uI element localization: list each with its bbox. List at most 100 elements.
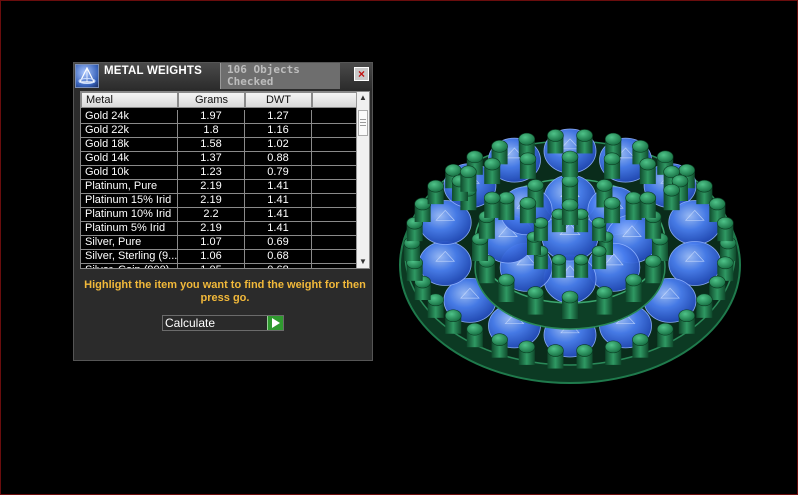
prong-cap — [603, 152, 621, 166]
scrollbar-thumb[interactable] — [358, 110, 368, 136]
prong-cap — [561, 290, 579, 304]
cell-metal: Platinum 5% Irid — [81, 222, 178, 235]
cell-grams: 2.2 — [178, 208, 245, 221]
table-scrollbar[interactable]: ▲ ▼ — [356, 92, 369, 268]
prong-cap — [591, 245, 607, 257]
prong-cap — [603, 196, 621, 210]
cell-grams: 2.19 — [178, 180, 245, 193]
cell-grams: 1.58 — [178, 138, 245, 151]
prong-cap — [639, 157, 657, 171]
prong-cap — [696, 293, 713, 307]
prong-cap — [596, 286, 613, 299]
table-row[interactable]: Silver, Coin (900)1.050.68 — [81, 264, 357, 268]
cell-dwt: 0.79 — [245, 166, 312, 179]
table-row[interactable]: Gold 14k 1.37 0.88 — [81, 152, 357, 166]
instructions-text: Highlight the item you want to find the … — [84, 279, 366, 304]
prong-cap — [696, 179, 713, 193]
table-row[interactable]: Gold 10k 1.23 0.79 — [81, 166, 357, 180]
cell-metal: Gold 18k — [81, 138, 178, 151]
cell-blank — [312, 264, 357, 268]
table-row[interactable]: Silver, Pure 1.07 0.69 — [81, 236, 357, 250]
cell-blank — [312, 222, 357, 235]
table-row[interactable]: Gold 24k 1.97 1.27 — [81, 110, 357, 124]
table-row[interactable]: Gold 18k 1.58 1.02 — [81, 138, 357, 152]
table-row[interactable]: Silver, Sterling (9... 1.06 0.68 — [81, 250, 357, 264]
table-row[interactable]: Platinum, Pure 2.19 1.41 — [81, 180, 357, 194]
prong-cap — [709, 197, 726, 211]
prong-cap — [547, 129, 564, 142]
prong-cap — [709, 275, 726, 289]
cell-metal: Gold 22k — [81, 124, 178, 137]
column-header-dwt[interactable]: DWT — [245, 92, 312, 108]
cell-metal: Platinum, Pure — [81, 180, 178, 193]
prong-cap — [533, 217, 549, 229]
prong-cap — [444, 309, 462, 323]
panel-title: METAL WEIGHTS — [104, 65, 203, 77]
table-row[interactable]: Gold 22k 1.8 1.16 — [81, 124, 357, 138]
cell-grams: 1.97 — [178, 110, 245, 123]
cell-grams: 1.05 — [178, 264, 245, 268]
cell-grams: 1.07 — [178, 236, 245, 249]
cell-metal: Silver, Pure — [81, 236, 178, 249]
prong-cap — [576, 344, 593, 357]
prong-cap — [639, 191, 657, 205]
cell-metal: Gold 24k — [81, 110, 178, 123]
prong-cap — [518, 132, 536, 146]
scroll-up-arrow-icon[interactable]: ▲ — [357, 92, 369, 104]
prong-cap — [596, 179, 613, 192]
pyramid-app-icon — [75, 64, 99, 88]
panel-titlebar[interactable]: METAL WEIGHTS 106 Objects Checked × — [74, 63, 372, 89]
cell-dwt: 0.88 — [245, 152, 312, 165]
prong-cap — [527, 286, 544, 299]
close-icon: × — [357, 67, 365, 81]
prong-cap — [656, 150, 674, 164]
cell-dwt: 0.68 — [245, 264, 312, 268]
prong-cap — [678, 309, 696, 323]
prong-cap — [444, 163, 462, 177]
prong-cap — [483, 157, 501, 171]
cell-grams: 1.8 — [178, 124, 245, 137]
go-button[interactable] — [267, 316, 283, 330]
column-header-blank[interactable] — [312, 92, 357, 108]
metal-table[interactable]: Metal Grams DWT Gold 24k 1.97 1.27 Gold 22k… — [80, 91, 370, 269]
prong-cap — [498, 273, 515, 287]
metal-weights-panel: METAL WEIGHTS 106 Objects Checked × Meta… — [73, 62, 373, 361]
prong-cap — [573, 254, 589, 266]
table-header: Metal Grams DWT — [81, 92, 357, 108]
table-row[interactable]: Platinum 5% Irid 2.19 1.41 — [81, 222, 357, 236]
cell-dwt: 1.41 — [245, 222, 312, 235]
table-body: Gold 24k 1.97 1.27 Gold 22k 1.8 1.16 Gold 18k 1… — [81, 110, 357, 268]
scroll-down-arrow-icon[interactable]: ▼ — [357, 256, 369, 268]
prong-cap — [561, 198, 579, 212]
cell-metal: Gold 10k — [81, 166, 178, 179]
cell-dwt: 0.69 — [245, 236, 312, 249]
table-row[interactable]: Platinum 15% Irid 2.19 1.41 — [81, 194, 357, 208]
prong-cap — [678, 163, 696, 177]
prong-cap — [519, 152, 537, 166]
prong-cap — [663, 183, 680, 197]
cell-dwt: 1.16 — [245, 124, 312, 137]
cell-blank — [312, 166, 357, 179]
action-select[interactable]: Calculate — [162, 315, 284, 331]
close-button[interactable]: × — [354, 67, 369, 81]
prong-cap — [632, 140, 649, 153]
prong-cap — [466, 150, 484, 164]
prong-cap — [576, 129, 593, 142]
cell-grams: 1.06 — [178, 250, 245, 263]
prong-cap — [427, 179, 444, 193]
cell-dwt: 1.27 — [245, 110, 312, 123]
prong-cap — [604, 132, 622, 146]
ring-model-3d[interactable] — [385, 78, 755, 403]
cell-metal: Silver, Sterling (9... — [81, 250, 178, 263]
cell-blank — [312, 138, 357, 151]
table-row[interactable]: Platinum 10% Irid 2.2 1.41 — [81, 208, 357, 222]
prong-cap — [547, 344, 564, 357]
prong-cap — [644, 254, 662, 268]
cell-blank — [312, 208, 357, 221]
column-header-grams[interactable]: Grams — [178, 92, 245, 108]
column-header-metal[interactable]: Metal — [81, 92, 178, 108]
prong-cap — [491, 140, 508, 153]
cell-dwt: 1.41 — [245, 180, 312, 193]
prong-cap — [625, 273, 642, 287]
play-arrow-icon — [272, 318, 280, 328]
